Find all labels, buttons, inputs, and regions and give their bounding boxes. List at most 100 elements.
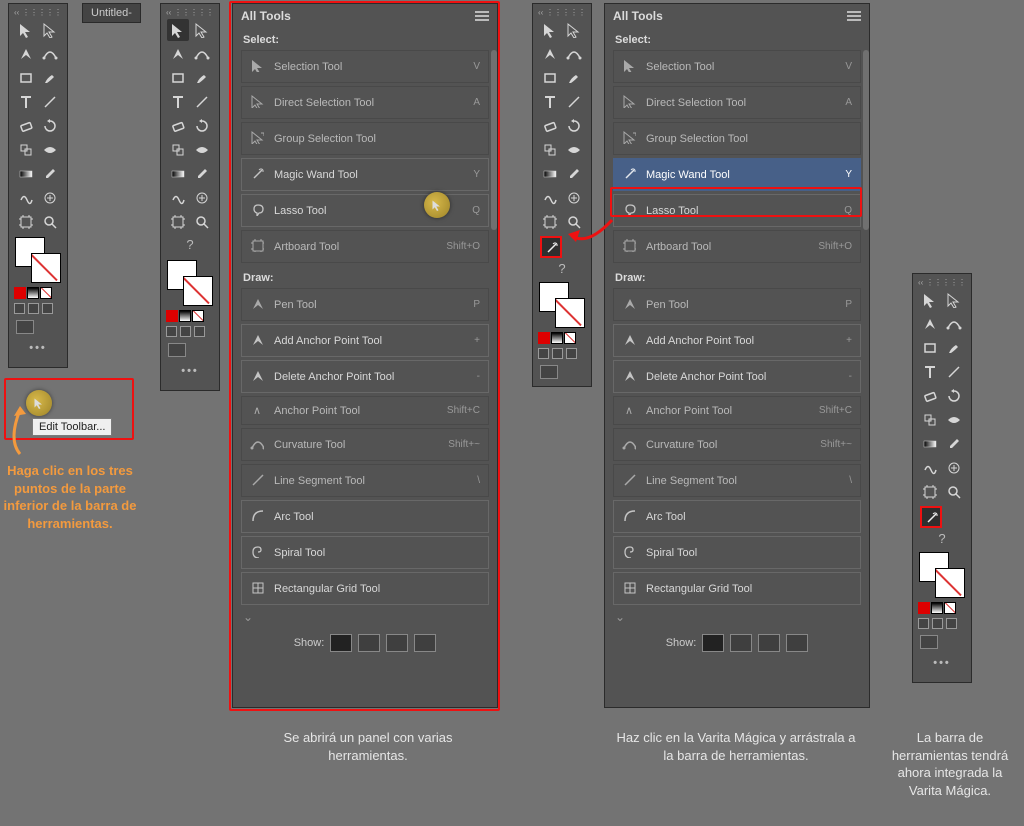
color-mode-none[interactable] [40,287,52,299]
rotate-tool[interactable] [943,385,965,407]
eyedropper-tool[interactable] [943,433,965,455]
type-tool[interactable] [919,361,941,383]
show-opt-1[interactable] [702,634,724,652]
item-artboard[interactable]: Artboard ToolShift+O [241,230,489,263]
direct-selection-tool[interactable] [39,19,61,41]
direct-selection-tool[interactable] [191,19,213,41]
selection-tool[interactable] [15,19,37,41]
curvature-tool[interactable] [39,43,61,65]
color-mode-none[interactable] [192,310,204,322]
curvature-tool[interactable] [943,313,965,335]
artboard-tool[interactable] [919,481,941,503]
scale-tool[interactable] [539,139,561,161]
item-del-anchor[interactable]: Delete Anchor Point Tool- [241,360,489,393]
line-tool[interactable] [39,91,61,113]
curvature-tool[interactable] [191,43,213,65]
item-anchor-pt[interactable]: ∧Anchor Point ToolShift+C [241,396,489,425]
shaper-tool[interactable] [167,187,189,209]
item-curvature[interactable]: Curvature ToolShift+~ [613,428,861,461]
artboard-tool[interactable] [539,211,561,233]
scale-tool[interactable] [167,139,189,161]
paintbrush-tool[interactable] [563,67,585,89]
item-magic-wand-selected[interactable]: Magic Wand ToolY [613,158,861,191]
color-mode-color[interactable] [14,287,26,299]
width-tool[interactable] [39,139,61,161]
type-tool[interactable] [167,91,189,113]
width-tool[interactable] [943,409,965,431]
item-del-anchor[interactable]: Delete Anchor Point Tool- [613,360,861,393]
color-mode-none[interactable] [564,332,576,344]
show-opt-2[interactable] [730,634,752,652]
edit-toolbar-button[interactable]: ••• [23,342,53,360]
selection-tool[interactable] [919,289,941,311]
magic-wand-tool-added[interactable] [920,506,942,528]
item-group[interactable]: Group Selection Tool [241,122,489,155]
eyedropper-tool[interactable] [39,163,61,185]
eyedropper-tool[interactable] [191,163,213,185]
item-line[interactable]: Line Segment Tool\ [613,464,861,497]
color-mode-gradient[interactable] [27,287,39,299]
show-opt-4[interactable] [414,634,436,652]
scale-tool[interactable] [15,139,37,161]
item-artboard[interactable]: Artboard ToolShift+O [613,230,861,263]
eraser-tool[interactable] [15,115,37,137]
eraser-tool[interactable] [539,115,561,137]
rotate-tool[interactable] [39,115,61,137]
item-spiral[interactable]: Spiral Tool [241,536,489,569]
edit-toolbar-button[interactable]: ••• [927,657,957,675]
symbol-tool[interactable] [191,187,213,209]
scrollbar-thumb[interactable] [863,50,869,230]
eraser-tool[interactable] [919,385,941,407]
pen-tool[interactable] [539,43,561,65]
symbol-tool[interactable] [563,187,585,209]
rotate-tool[interactable] [191,115,213,137]
zoom-tool[interactable] [943,481,965,503]
line-tool[interactable] [191,91,213,113]
type-tool[interactable] [15,91,37,113]
item-arc[interactable]: Arc Tool [613,500,861,533]
stroke-swatch[interactable] [31,253,61,283]
edit-toolbar-button[interactable]: ••• [175,365,205,383]
rotate-tool[interactable] [563,115,585,137]
paintbrush-tool[interactable] [39,67,61,89]
item-direct[interactable]: Direct Selection ToolA [613,86,861,119]
color-mode-none[interactable] [944,602,956,614]
item-lasso[interactable]: Lasso ToolQ [241,194,489,227]
document-tab[interactable]: Untitled- [82,3,141,23]
eraser-tool[interactable] [167,115,189,137]
pen-tool[interactable] [167,43,189,65]
zoom-tool[interactable] [191,211,213,233]
panel-menu-icon[interactable] [847,11,861,21]
color-mode-gradient[interactable] [551,332,563,344]
help-icon[interactable]: ? [916,531,968,548]
magic-wand-drop-slot[interactable] [540,236,562,258]
item-anchor-pt[interactable]: ∧Anchor Point ToolShift+C [613,396,861,425]
item-pen[interactable]: Pen ToolP [613,288,861,321]
item-add-anchor[interactable]: Add Anchor Point Tool+ [241,324,489,357]
pen-tool[interactable] [919,313,941,335]
item-spiral[interactable]: Spiral Tool [613,536,861,569]
item-selection[interactable]: Selection ToolV [241,50,489,83]
item-direct[interactable]: Direct Selection ToolA [241,86,489,119]
rectangle-tool[interactable] [919,337,941,359]
item-magic-wand[interactable]: Magic Wand ToolY [241,158,489,191]
item-rect-grid[interactable]: Rectangular Grid Tool [613,572,861,605]
show-opt-4[interactable] [786,634,808,652]
eyedropper-tool[interactable] [563,163,585,185]
chevron-down-icon[interactable]: ⌄ [241,608,255,626]
screen-mode[interactable] [12,316,64,338]
show-opt-3[interactable] [758,634,780,652]
show-opt-3[interactable] [386,634,408,652]
selection-tool[interactable] [539,19,561,41]
item-lasso[interactable]: Lasso ToolQ [613,194,861,227]
scrollbar-thumb[interactable] [491,50,497,230]
item-rect-grid[interactable]: Rectangular Grid Tool [241,572,489,605]
type-tool[interactable] [539,91,561,113]
help-icon[interactable]: ? [536,261,588,278]
item-add-anchor[interactable]: Add Anchor Point Tool+ [613,324,861,357]
paintbrush-tool[interactable] [943,337,965,359]
color-mode-color[interactable] [166,310,178,322]
rectangle-tool[interactable] [539,67,561,89]
show-opt-2[interactable] [358,634,380,652]
draw-behind[interactable] [28,303,39,314]
